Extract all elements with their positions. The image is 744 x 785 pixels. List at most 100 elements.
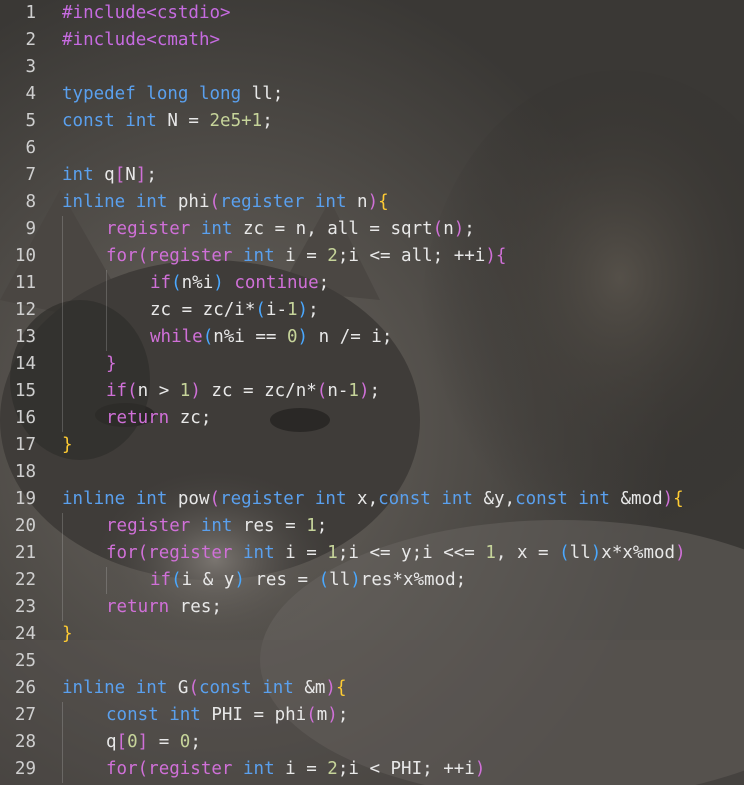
code-token: m [316,705,328,725]
code-line[interactable]: 25 [0,648,744,675]
code-token: i- [265,300,287,320]
code-line[interactable]: 10 for(register int i = 2;i <= all; ++i){ [0,243,744,270]
code-token: N = [156,111,210,131]
code-token: ( [137,759,149,779]
code-text: const int N = 2e5+1; [62,108,273,135]
code-token: ) [350,570,361,590]
code-token: pow [167,489,210,509]
code-token: const int [198,678,294,698]
code-token: [ [114,165,126,185]
line-number: 4 [25,84,36,104]
line-number: 8 [25,192,36,212]
code-token: const int [515,489,610,509]
code-line[interactable]: 23 return res; [0,594,744,621]
code-line[interactable]: 2 #include<cmath> [0,27,744,54]
code-line[interactable]: 13 while(n%i == 0) n /= i; [0,324,744,351]
code-token: ( [306,705,317,725]
code-line[interactable]: 12 zc = zc/i*(i-1); [0,297,744,324]
code-text: return zc; [106,405,211,432]
code-line[interactable]: 6 [0,135,744,162]
code-line[interactable]: 3 [0,54,744,81]
code-token: ( [559,543,570,563]
code-token: i & y [181,570,235,590]
code-token: n > [137,381,180,401]
code-line[interactable]: 21 for(register int i = 1;i <= y;i <<= 1,… [0,540,744,567]
line-number: 24 [14,624,36,644]
indent-guide [62,405,63,432]
code-line[interactable]: 11 if(n%i) continue; [0,270,744,297]
code-token: const int [62,111,157,131]
code-token: ; [308,300,319,320]
code-token: register [148,543,233,563]
code-line[interactable]: 26 inline int G(const int &m){ [0,675,744,702]
code-token: ) [327,705,338,725]
indent-guide [62,324,63,351]
code-token: ( [202,327,214,347]
line-number: 18 [14,462,36,482]
code-token: ) [297,327,309,347]
code-token: ) [675,543,686,563]
code-editor[interactable]: 1 #include<cstdio> 2 #include<cmath> 3 4 typed… [0,0,744,785]
code-line[interactable]: 1 #include<cstdio> [0,0,744,27]
line-number: 13 [14,327,36,347]
code-token: for [106,543,138,563]
code-token: ( [209,489,221,509]
code-token: [ [116,732,128,752]
code-line[interactable]: 27 const int PHI = phi(m); [0,702,744,729]
code-token: int [243,246,275,266]
indent-guide [106,270,107,297]
code-line[interactable]: 20 register int res = 1; [0,513,744,540]
code-token: ( [137,246,149,266]
indent-guide [62,594,63,621]
indent-guide [62,378,63,405]
code-token: ; [464,219,475,239]
code-text: } [62,621,73,648]
code-text: for(register int i = 2;i <= all; ++i){ [106,243,506,270]
code-token: ( [255,300,266,320]
line-number: 5 [25,111,36,131]
code-token: &mod [609,489,663,509]
code-line[interactable]: 16 return zc; [0,405,744,432]
code-line[interactable]: 5 const int N = 2e5+1; [0,108,744,135]
code-token: ( [316,381,328,401]
code-token: ) [590,543,602,563]
code-token: } [62,435,73,455]
code-token: n%i [181,273,214,293]
code-text: } [62,432,73,459]
code-line[interactable]: 4 typedef long long ll; [0,81,744,108]
code-token: ( [188,678,199,698]
code-token: 0 [179,732,191,752]
code-text: for(register int i = 1;i <= y;i <<= 1, x… [106,540,686,567]
code-token: ( [209,192,221,212]
code-token: res = [232,516,307,536]
code-line[interactable]: 22 if(i & y) res = (ll)res*x%mod; [0,567,744,594]
code-line[interactable]: 29 for(register int i = 2;i < PHI; ++i) [0,756,744,783]
code-token: } [62,624,73,644]
code-line[interactable]: 15 if(n > 1) zc = zc/n*(n-1); [0,378,744,405]
code-token: ;i < PHI; ++i [337,759,475,779]
code-text: typedef long long ll; [62,81,283,108]
code-line[interactable]: 19 inline int pow(register int x,const in… [0,486,744,513]
line-number: 6 [25,138,36,158]
code-line[interactable]: 9 register int zc = n, all = sqrt(n); [0,216,744,243]
code-token: n [443,219,454,239]
code-token: ( [171,570,182,590]
line-number: 20 [14,516,36,536]
code-token: ll [569,543,591,563]
code-line[interactable]: 17} [0,432,744,459]
code-token: &y, [472,489,516,509]
code-line[interactable]: 8 inline int phi(register int n){ [0,189,744,216]
code-line[interactable]: 18 [0,459,744,486]
code-token: ( [171,273,182,293]
code-token: phi [167,192,210,212]
code-token: while [150,327,203,347]
code-token: if [106,381,128,401]
code-token: ) [234,570,245,590]
code-token: q [106,732,117,752]
code-line[interactable]: 28 q[0] = 0; [0,729,744,756]
code-line[interactable]: 7 int q[N]; [0,162,744,189]
code-line[interactable]: 24} [0,621,744,648]
code-token: ] [137,732,149,752]
code-text: inline int G(const int &m){ [62,675,347,702]
code-line[interactable]: 14} [0,351,744,378]
